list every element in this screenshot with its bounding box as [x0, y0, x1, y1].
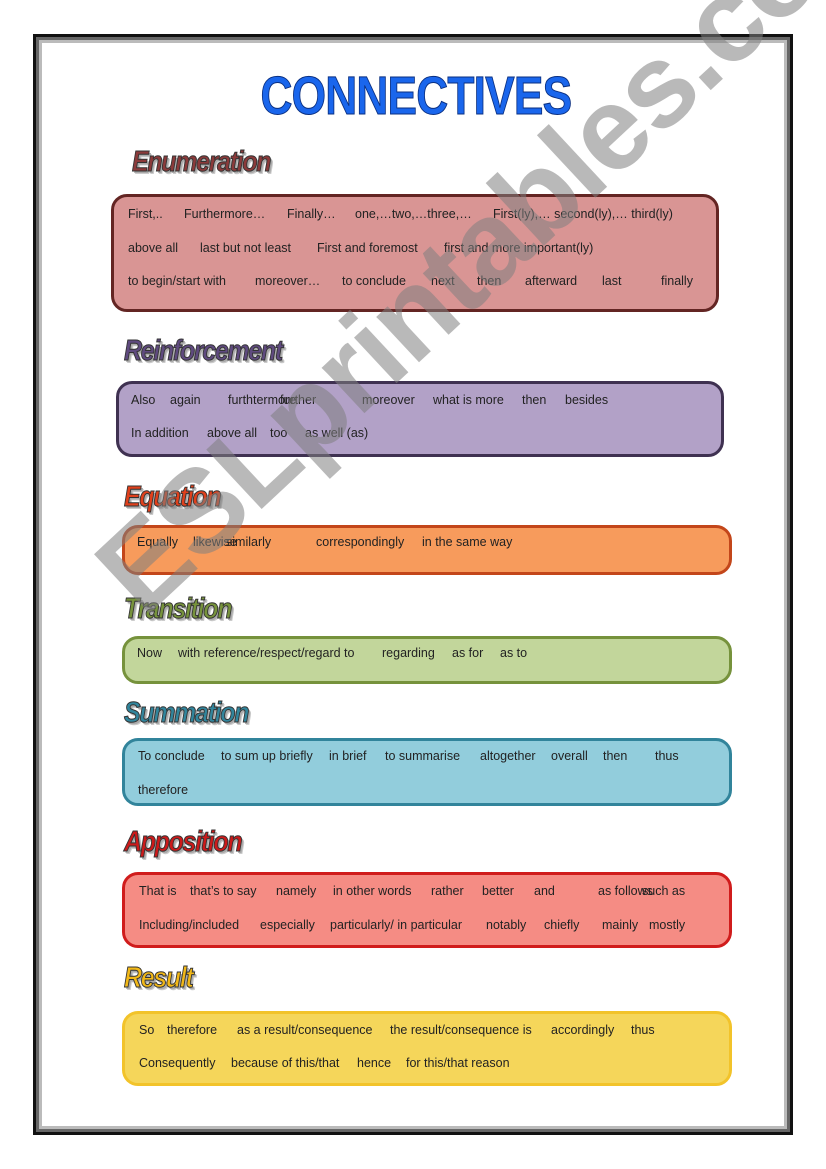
connective-word: In addition: [131, 426, 189, 440]
connective-word: First,..: [128, 207, 163, 221]
connective-word: rather: [431, 884, 464, 898]
box-summation: To conclude to sum up briefly in brief to s…: [122, 738, 732, 806]
connective-word: such as: [642, 884, 686, 898]
connective-word: Consequently: [139, 1056, 216, 1070]
line: In addition above all too as well (as): [119, 426, 721, 446]
connective-word: for this/that reason: [406, 1056, 510, 1070]
line: Consequently because of this/that hence for…: [125, 1056, 729, 1076]
connective-word: notably: [486, 918, 527, 932]
connective-word: in the same way: [422, 535, 513, 549]
connective-word: as to: [500, 646, 528, 660]
connective-word: That is: [139, 884, 177, 898]
connective-word: namely: [276, 884, 317, 898]
connective-word: hence: [357, 1056, 392, 1070]
connective-word: mainly: [602, 918, 639, 932]
connective-word: better: [482, 884, 514, 898]
line: to begin/start with moreover… to conclude n…: [114, 274, 716, 294]
connective-word: moreover…: [255, 274, 321, 288]
connective-word: further: [280, 393, 317, 407]
connective-word: above all: [207, 426, 258, 440]
connective-word: regarding: [382, 646, 435, 660]
heading-transition: Transition: [124, 593, 233, 626]
connective-word: Equally: [137, 535, 178, 549]
connective-word: above all: [128, 241, 179, 255]
heading-reinforcement: Reinforcement: [124, 335, 284, 368]
connective-word: moreover: [362, 393, 415, 407]
connective-word: that’s to say: [190, 884, 257, 898]
box-enumeration: First,.. Furthermore… Finally… one,…two,…th…: [111, 194, 719, 312]
connective-word: similarly: [226, 535, 272, 549]
connective-word: last but not least: [200, 241, 292, 255]
connective-word: last: [602, 274, 622, 288]
connective-word: as for: [452, 646, 484, 660]
connective-word: therefore: [138, 783, 189, 797]
connective-word: First(ly),… second(ly),… third(ly): [493, 207, 673, 221]
connective-word: afterward: [525, 274, 578, 288]
line: Also again furthtermore further moreover what…: [119, 393, 721, 413]
connective-word: finally: [661, 274, 693, 288]
connective-word: to begin/start with: [128, 274, 226, 288]
line: Now with reference/respect/regard to regar…: [125, 646, 729, 666]
box-transition: Now with reference/respect/regard to regar…: [122, 636, 732, 684]
line: First,.. Furthermore… Finally… one,…two,…th…: [114, 207, 716, 227]
connective-word: too: [270, 426, 288, 440]
connective-word: chiefly: [544, 918, 580, 932]
connective-word: besides: [565, 393, 609, 407]
connective-word: to sum up briefly: [221, 749, 313, 763]
connective-word: then: [477, 274, 502, 288]
connective-word: first and more important(ly): [444, 241, 594, 255]
heading-result: Result: [124, 962, 195, 995]
connective-word: the result/consequence is: [390, 1023, 532, 1037]
heading-enumeration: Enumeration: [132, 146, 272, 179]
connective-word: mostly: [649, 918, 686, 932]
connective-word: one,…two,…three,…: [355, 207, 472, 221]
connective-word: in other words: [333, 884, 412, 898]
connective-word: Also: [131, 393, 156, 407]
heading-summation: Summation: [124, 697, 250, 730]
connective-word: So: [139, 1023, 155, 1037]
box-apposition: That is that’s to say namely in other words…: [122, 872, 732, 948]
connective-word: particularly/ in particular: [330, 918, 462, 932]
connective-word: as a result/consequence: [237, 1023, 373, 1037]
connective-word: in brief: [329, 749, 367, 763]
connective-word: Including/included: [139, 918, 240, 932]
connective-word: Finally…: [287, 207, 336, 221]
connective-word: First and foremost: [317, 241, 418, 255]
connective-word: Now: [137, 646, 163, 660]
heading-apposition: Apposition: [124, 826, 243, 859]
connective-word: accordingly: [551, 1023, 615, 1037]
box-reinforcement: Also again furthtermore further moreover what…: [116, 381, 724, 457]
line: So therefore as a result/consequence the re…: [125, 1023, 729, 1043]
connective-word: To conclude: [138, 749, 205, 763]
connective-word: to conclude: [342, 274, 406, 288]
connective-word: Furthermore…: [184, 207, 266, 221]
connective-word: overall: [551, 749, 588, 763]
connective-word: thus: [655, 749, 679, 763]
line: To conclude to sum up briefly in brief to s…: [125, 749, 729, 769]
heading-equation: Equation: [124, 481, 223, 514]
connective-word: as well (as): [305, 426, 369, 440]
connective-word: again: [170, 393, 201, 407]
connective-word: correspondingly: [316, 535, 405, 549]
line: therefore: [125, 783, 729, 803]
connective-word: especially: [260, 918, 315, 932]
connective-word: then: [603, 749, 628, 763]
connective-word: altogether: [480, 749, 536, 763]
box-result: So therefore as a result/consequence the re…: [122, 1011, 732, 1086]
connective-word: with reference/respect/regard to: [178, 646, 355, 660]
connective-word: and: [534, 884, 555, 898]
connective-word: what is more: [433, 393, 504, 407]
box-equation: Equally likewise similarly correspondingly i…: [122, 525, 732, 575]
connective-word: because of this/that: [231, 1056, 340, 1070]
line: Including/included especially particularly…: [125, 918, 729, 938]
connective-word: next: [431, 274, 455, 288]
connective-word: to summarise: [385, 749, 461, 763]
connective-word: thus: [631, 1023, 655, 1037]
page-title: CONNECTIVES: [260, 66, 572, 127]
connective-word: therefore: [167, 1023, 218, 1037]
connective-word: then: [522, 393, 547, 407]
line: That is that’s to say namely in other words…: [125, 884, 729, 904]
line: Equally likewise similarly correspondingly i…: [125, 535, 729, 555]
line: above all last but not least First and for…: [114, 241, 716, 261]
